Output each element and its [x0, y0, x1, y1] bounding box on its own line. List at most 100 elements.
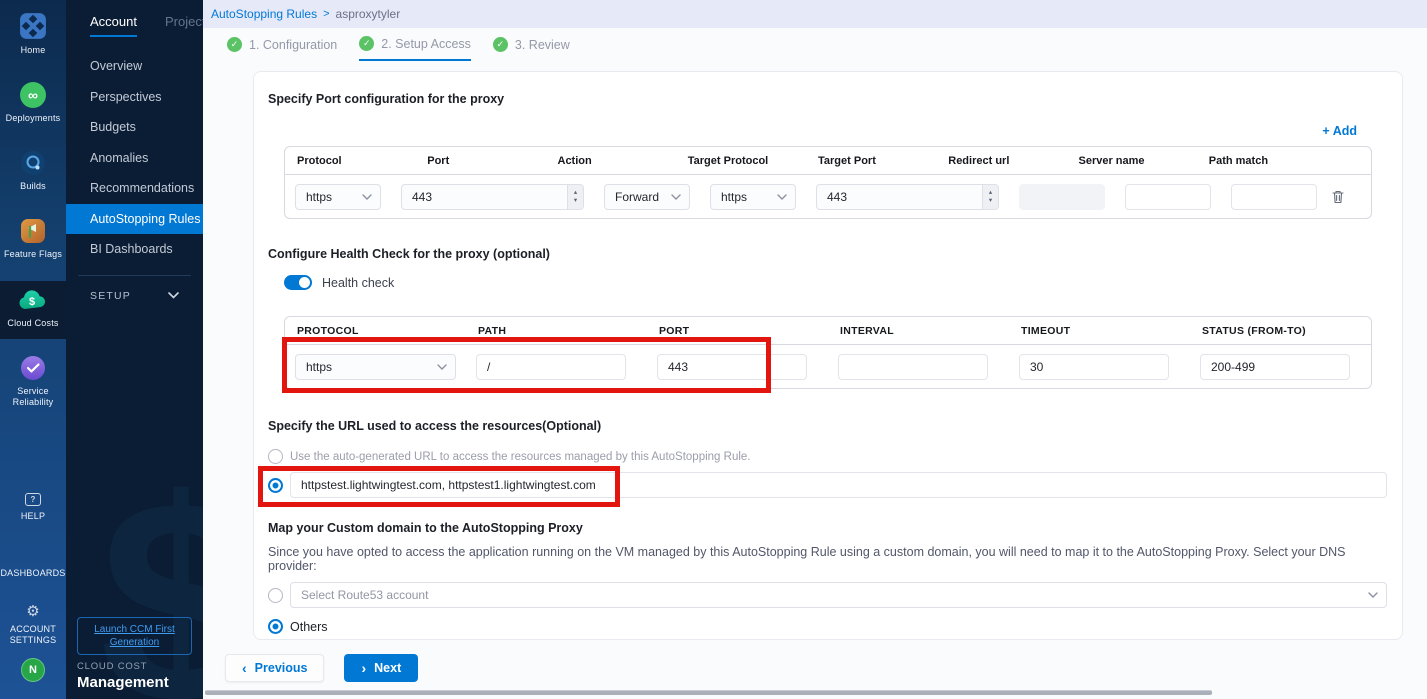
user-avatar[interactable]: N [21, 658, 45, 682]
others-option-row: Others [268, 619, 1387, 634]
sidebar-item-overview[interactable]: Overview [66, 51, 203, 82]
sidebar-item-recommendations[interactable]: Recommendations [66, 173, 203, 204]
check-icon: ✓ [359, 36, 374, 51]
others-radio[interactable] [268, 619, 283, 634]
path-match-input[interactable] [1231, 184, 1317, 210]
rail-item-builds[interactable]: Builds [0, 150, 66, 192]
scope-tabs: Account Project [66, 0, 203, 37]
rail-item-help[interactable]: ? HELP [0, 493, 66, 522]
check-icon: ✓ [493, 37, 508, 52]
svg-text:$: $ [29, 296, 35, 308]
auto-url-radio[interactable] [268, 449, 283, 464]
breadcrumb-autostopping-rules-link[interactable]: AutoStopping Rules [211, 7, 317, 21]
tab-project[interactable]: Project [165, 14, 203, 37]
protocol-select[interactable]: https [295, 184, 381, 210]
wizard-footer: ‹ Previous › Next [225, 654, 418, 682]
col-path-match: Path match [1197, 155, 1327, 167]
health-check-row: https [285, 345, 1371, 388]
trash-icon[interactable] [1331, 189, 1345, 204]
deployments-icon: ∞ [20, 82, 46, 108]
rail-item-account-settings[interactable]: ⚙ ACCOUNT SETTINGS [0, 604, 66, 647]
rail-item-deployments[interactable]: ∞ Deployments [0, 82, 66, 124]
target-protocol-select[interactable]: https [710, 184, 796, 210]
caret-down-icon: ▾ [574, 197, 577, 204]
previous-button[interactable]: ‹ Previous [225, 654, 324, 682]
launch-ccm-first-gen-button[interactable]: Launch CCM First Generation [77, 617, 192, 655]
add-port-config-button[interactable]: + Add [1322, 124, 1357, 138]
step-review[interactable]: ✓ 3. Review [493, 36, 570, 61]
health-check-table-wrap: PROTOCOL PATH PORT INTERVAL TIMEOUT STAT… [268, 316, 1387, 389]
rail-item-service-reliability[interactable]: Service Reliability [0, 355, 66, 409]
hc-interval-input[interactable] [838, 354, 988, 380]
tab-account[interactable]: Account [90, 14, 137, 37]
number-stepper[interactable]: ▴▾ [567, 185, 583, 209]
col-hc-interval: INTERVAL [828, 325, 1009, 337]
step-setup-access[interactable]: ✓ 2. Setup Access [359, 36, 471, 61]
chevron-left-icon: ‹ [242, 660, 247, 676]
horizontal-scrollbar[interactable] [205, 690, 1212, 695]
col-hc-timeout: TIMEOUT [1009, 325, 1190, 337]
sidebar-item-anomalies[interactable]: Anomalies [66, 143, 203, 174]
health-check-toggle[interactable] [284, 275, 312, 290]
caret-up-icon: ▴ [574, 189, 577, 196]
auto-url-option-row: Use the auto-generated URL to access the… [268, 449, 1387, 464]
breadcrumb-separator-icon: > [323, 8, 329, 20]
hc-timeout-input[interactable] [1019, 354, 1169, 380]
chevron-down-icon [437, 364, 447, 370]
sidebar-setup-toggle[interactable]: SETUP [66, 276, 203, 302]
col-hc-path: PATH [466, 325, 647, 337]
sidebar-item-autostopping-rules[interactable]: AutoStopping Rules [66, 204, 203, 235]
rail-item-dashboards[interactable]: DASHBOARDS [0, 548, 66, 579]
next-button[interactable]: › Next [344, 654, 418, 682]
sidebar-item-budgets[interactable]: Budgets [66, 112, 203, 143]
health-check-toggle-label: Health check [322, 276, 394, 290]
rail-item-cloud-costs[interactable]: $ Cloud Costs [0, 281, 66, 339]
breadcrumb-current-rule-name: asproxytyler [336, 7, 401, 21]
hc-protocol-select[interactable]: https [295, 354, 456, 380]
route53-select-placeholder: Select Route53 account [301, 588, 428, 602]
chevron-down-icon [1368, 592, 1378, 598]
cloud-costs-sidebar: $ Account Project Overview Perspectives … [66, 0, 203, 699]
route53-option-row: Select Route53 account [268, 582, 1387, 608]
col-redirect-url: Redirect url [936, 155, 1066, 167]
step-configuration[interactable]: ✓ 1. Configuration [227, 36, 337, 61]
rail-item-home[interactable]: Home [0, 12, 66, 56]
setup-access-card: Specify Port configuration for the proxy… [253, 71, 1403, 640]
action-select[interactable]: Forward [604, 184, 690, 210]
col-server-name: Server name [1067, 155, 1197, 167]
target-port-input[interactable] [817, 185, 982, 209]
feature-flags-icon [20, 218, 46, 244]
rail-item-feature-flags[interactable]: Feature Flags [0, 218, 66, 260]
module-rail: Home ∞ Deployments Builds Feature Flags … [0, 0, 66, 699]
col-action: Action [546, 155, 676, 167]
col-target-port: Target Port [806, 155, 936, 167]
sidebar-menu: Overview Perspectives Budgets Anomalies … [66, 51, 203, 265]
port-input[interactable] [402, 185, 567, 209]
help-icon: ? [25, 493, 41, 506]
col-hc-port: PORT [647, 325, 828, 337]
custom-url-radio[interactable] [268, 478, 283, 493]
target-port-input-wrap: ▴▾ [816, 184, 999, 210]
route53-account-select[interactable]: Select Route53 account [290, 582, 1387, 608]
add-label: Add [1333, 124, 1357, 138]
server-name-input[interactable] [1125, 184, 1211, 210]
hc-status-input[interactable] [1200, 354, 1350, 380]
health-check-title: Configure Health Check for the proxy (op… [268, 247, 1387, 261]
sidebar-item-bi-dashboards[interactable]: BI Dashboards [66, 234, 203, 265]
rail-item-label: HELP [21, 511, 45, 522]
others-option-label: Others [290, 620, 328, 634]
sidebar-item-perspectives[interactable]: Perspectives [66, 82, 203, 113]
number-stepper[interactable]: ▴▾ [982, 185, 998, 209]
product-line1: CLOUD COST [77, 661, 169, 672]
hc-path-input[interactable] [476, 354, 626, 380]
custom-url-input[interactable] [290, 472, 1387, 498]
hc-port-input[interactable] [657, 354, 807, 380]
chevron-down-icon [362, 194, 372, 200]
product-brand: CLOUD COST Management [77, 661, 169, 691]
chevron-down-icon [168, 292, 179, 299]
route53-radio[interactable] [268, 588, 283, 603]
wizard-steps: ✓ 1. Configuration ✓ 2. Setup Access ✓ 3… [227, 36, 570, 61]
redirect-url-input [1019, 184, 1105, 210]
port-config-header: Protocol Port Action Target Protocol Tar… [285, 147, 1371, 175]
rail-item-label: ACCOUNT SETTINGS [0, 624, 66, 647]
